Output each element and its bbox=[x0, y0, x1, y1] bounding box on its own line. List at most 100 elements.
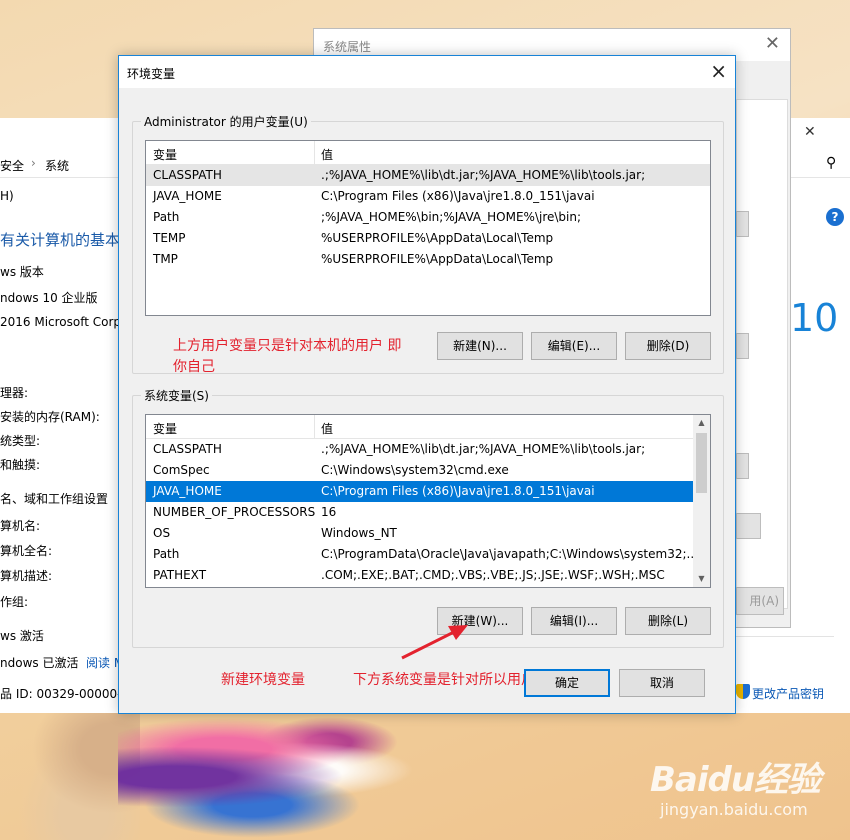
props-apply-button[interactable]: 用(A) bbox=[736, 587, 784, 615]
variable-value: C:\Program Files (x86)\Java\jre1.8.0_151… bbox=[321, 484, 595, 498]
variable-name: OS bbox=[153, 526, 171, 540]
search-icon[interactable]: ⚲ bbox=[826, 155, 836, 171]
wallpaper-art bbox=[118, 700, 598, 840]
system-delete-button[interactable]: 删除(L) bbox=[625, 607, 711, 635]
table-row[interactable]: TEMP %USERPROFILE%\AppData\Local\Temp bbox=[146, 228, 710, 249]
system-list-header: 变量 值 bbox=[146, 415, 694, 439]
windows-edition-label: ws 版本 bbox=[0, 265, 44, 279]
table-row[interactable]: ComSpec C:\Windows\system32\cmd.exe bbox=[146, 460, 693, 481]
breadcrumb-security[interactable]: 安全 bbox=[0, 157, 24, 174]
table-row[interactable]: JAVA_HOME C:\Program Files (x86)\Java\jre… bbox=[146, 481, 693, 502]
env-dialog-title: 环境变量 bbox=[127, 67, 176, 81]
col-variable-header[interactable]: 变量 bbox=[153, 146, 177, 163]
variable-name: TMP bbox=[153, 252, 178, 266]
variable-name: JAVA_HOME bbox=[153, 189, 222, 203]
close-icon[interactable]: × bbox=[710, 59, 727, 83]
scroll-down-icon[interactable]: ▼ bbox=[693, 571, 710, 587]
annotation-new-env: 新建环境变量 bbox=[221, 672, 305, 688]
change-product-key-link[interactable]: 更改产品密钥 bbox=[752, 685, 824, 702]
variable-value: .;%JAVA_HOME%\lib\dt.jar;%JAVA_HOME%\lib… bbox=[321, 442, 646, 456]
variable-name: Path bbox=[153, 210, 180, 224]
table-row[interactable]: JAVA_HOME C:\Program Files (x86)\Java\jre… bbox=[146, 186, 710, 207]
variable-value: .;%JAVA_HOME%\lib\dt.jar;%JAVA_HOME%\lib… bbox=[321, 168, 646, 182]
description-label: 算机描述: bbox=[0, 569, 53, 583]
help-icon[interactable]: ? bbox=[826, 208, 844, 226]
shield-icon bbox=[736, 684, 750, 699]
computer-name-label: 算机名: bbox=[0, 519, 41, 533]
col-value-header[interactable]: 值 bbox=[321, 420, 333, 437]
scroll-thumb[interactable] bbox=[696, 433, 707, 493]
table-row[interactable]: TMP %USERPROFILE%\AppData\Local\Temp bbox=[146, 249, 710, 270]
column-divider[interactable] bbox=[314, 141, 315, 165]
table-row[interactable]: PATHEXT .COM;.EXE;.BAT;.CMD;.VBS;.VBE;.JS… bbox=[146, 565, 693, 586]
variable-value: Windows_NT bbox=[321, 526, 397, 540]
workgroup-label: 作组: bbox=[0, 595, 29, 609]
annotation-system-note: 下方系统变量是针对所以用户 bbox=[353, 672, 535, 688]
variable-name: JAVA_HOME bbox=[153, 484, 222, 498]
user-edit-button[interactable]: 编辑(E)... bbox=[531, 332, 617, 360]
variable-name: ComSpec bbox=[153, 463, 210, 477]
annotation-arrow-icon bbox=[401, 625, 468, 660]
variable-value: .COM;.EXE;.BAT;.CMD;.VBS;.VBE;.JS;.JSE;.… bbox=[321, 568, 665, 582]
user-delete-button[interactable]: 删除(D) bbox=[625, 332, 711, 360]
system-variables-list[interactable]: 变量 值 CLASSPATH .;%JAVA_HOME%\lib\dt.jar;%… bbox=[145, 414, 711, 588]
activation-section: ws 激活 bbox=[0, 629, 44, 643]
system-variables-label: 系统变量(S) bbox=[141, 387, 212, 404]
computer-name-section: 名、域和工作组设置 bbox=[0, 492, 109, 506]
variable-value: C:\Windows\system32\cmd.exe bbox=[321, 463, 509, 477]
variable-name: NUMBER_OF_PROCESSORS bbox=[153, 505, 316, 519]
close-icon[interactable]: ✕ bbox=[804, 124, 816, 140]
annotation-user-note-2: 你自己 bbox=[173, 359, 215, 375]
breadcrumb-system[interactable]: 系统 bbox=[45, 157, 69, 174]
table-row[interactable]: CLASSPATH .;%JAVA_HOME%\lib\dt.jar;%JAVA_… bbox=[146, 165, 710, 186]
system-edit-button[interactable]: 编辑(I)... bbox=[531, 607, 617, 635]
user-list-header: 变量 值 bbox=[146, 141, 710, 165]
variable-name: Path bbox=[153, 547, 180, 561]
props-close-icon[interactable]: ✕ bbox=[765, 33, 780, 54]
props-button[interactable] bbox=[736, 453, 749, 479]
variable-name: TEMP bbox=[153, 231, 186, 245]
scroll-up-icon[interactable]: ▲ bbox=[693, 415, 710, 431]
variable-name: CLASSPATH bbox=[153, 168, 222, 182]
variable-name: CLASSPATH bbox=[153, 442, 222, 456]
menu-help[interactable]: H) bbox=[0, 189, 14, 203]
props-title: 系统属性 bbox=[323, 40, 372, 54]
baidu-url: jingyan.baidu.com bbox=[660, 800, 808, 819]
props-button[interactable] bbox=[736, 513, 761, 539]
env-title-bar: 环境变量 × bbox=[119, 56, 735, 88]
user-new-button[interactable]: 新建(N)... bbox=[437, 332, 523, 360]
table-row[interactable]: NUMBER_OF_PROCESSORS 16 bbox=[146, 502, 693, 523]
ok-button[interactable]: 确定 bbox=[524, 669, 610, 697]
variable-value: %USERPROFILE%\AppData\Local\Temp bbox=[321, 231, 554, 245]
table-row[interactable]: Path ;%JAVA_HOME%\bin;%JAVA_HOME%\jre\bin… bbox=[146, 207, 710, 228]
variable-value: ;%JAVA_HOME%\bin;%JAVA_HOME%\jre\bin; bbox=[321, 210, 582, 224]
baidu-watermark: Baidu经验 jingyan.baidu.com bbox=[644, 752, 844, 832]
variable-name: PATHEXT bbox=[153, 568, 207, 582]
col-variable-header[interactable]: 变量 bbox=[153, 420, 177, 437]
user-variables-label: Administrator 的用户变量(U) bbox=[141, 113, 311, 130]
variable-value: %USERPROFILE%\AppData\Local\Temp bbox=[321, 252, 554, 266]
copyright-text: 2016 Microsoft Corp bbox=[0, 315, 122, 329]
user-variables-list[interactable]: 变量 值 CLASSPATH .;%JAVA_HOME%\lib\dt.jar;%… bbox=[145, 140, 711, 316]
table-row[interactable]: CLASSPATH .;%JAVA_HOME%\lib\dt.jar;%JAVA_… bbox=[146, 439, 693, 460]
props-button[interactable] bbox=[736, 211, 749, 237]
system-type-label: 统类型: bbox=[0, 434, 41, 448]
full-name-label: 算机全名: bbox=[0, 544, 53, 558]
variable-value: C:\Program Files (x86)\Java\jre1.8.0_151… bbox=[321, 189, 595, 203]
pen-touch-label: 和触摸: bbox=[0, 458, 41, 472]
product-id: 品 ID: 00329-00000-0 bbox=[0, 687, 130, 701]
edition-text: ndows 10 企业版 bbox=[0, 291, 98, 305]
breadcrumb-separator-icon: › bbox=[31, 156, 36, 170]
variable-value: C:\ProgramData\Oracle\Java\javapath;C:\W… bbox=[321, 547, 698, 561]
table-row[interactable]: OS Windows_NT bbox=[146, 523, 693, 544]
environment-variables-dialog: 环境变量 × Administrator 的用户变量(U) 变量 值 CLASS… bbox=[118, 55, 736, 714]
column-divider[interactable] bbox=[314, 415, 315, 439]
col-value-header[interactable]: 值 bbox=[321, 146, 333, 163]
windows-logo: 10 bbox=[790, 296, 839, 340]
table-row[interactable]: Path C:\ProgramData\Oracle\Java\javapath;… bbox=[146, 544, 698, 565]
system-list-scrollbar[interactable]: ▲ ▼ bbox=[693, 415, 710, 587]
cancel-button[interactable]: 取消 bbox=[619, 669, 705, 697]
processor-label: 理器: bbox=[0, 386, 29, 400]
annotation-user-note: 上方用户变量只是针对本机的用户 即 bbox=[173, 338, 402, 354]
props-button[interactable] bbox=[736, 333, 749, 359]
